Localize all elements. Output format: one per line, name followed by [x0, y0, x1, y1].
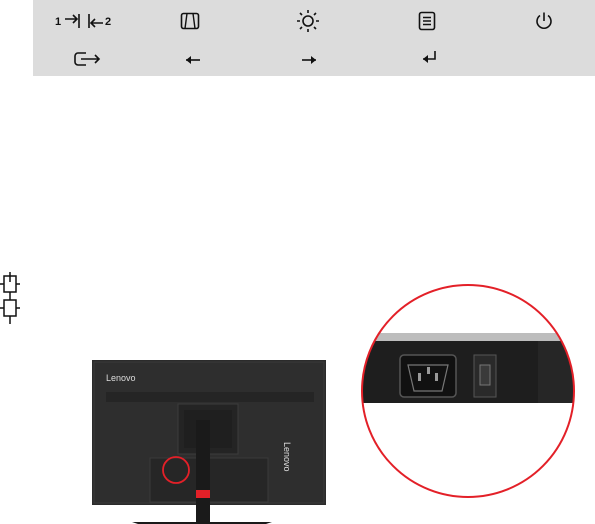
exit-icon[interactable] — [72, 50, 102, 68]
monitor-rear-illustration: Lenovo Lenovo — [92, 360, 326, 524]
input-source-icon — [0, 272, 20, 324]
input-switch-icon[interactable]: 1 2 — [55, 10, 113, 32]
monitor-watermark: Lenovo — [282, 442, 292, 472]
enter-icon[interactable] — [420, 50, 438, 66]
left-arrow-icon[interactable] — [184, 54, 202, 66]
power-port-zoom — [361, 284, 575, 498]
power-icon[interactable] — [534, 11, 554, 31]
input-1-label: 1 — [55, 16, 61, 28]
right-arrow-icon[interactable] — [300, 54, 318, 66]
aspect-ratio-icon[interactable] — [180, 12, 200, 30]
menu-icon[interactable] — [418, 11, 436, 31]
monitor-brand-label: Lenovo — [106, 373, 136, 383]
input-2-label: 2 — [105, 16, 111, 28]
brightness-icon[interactable] — [296, 9, 320, 33]
